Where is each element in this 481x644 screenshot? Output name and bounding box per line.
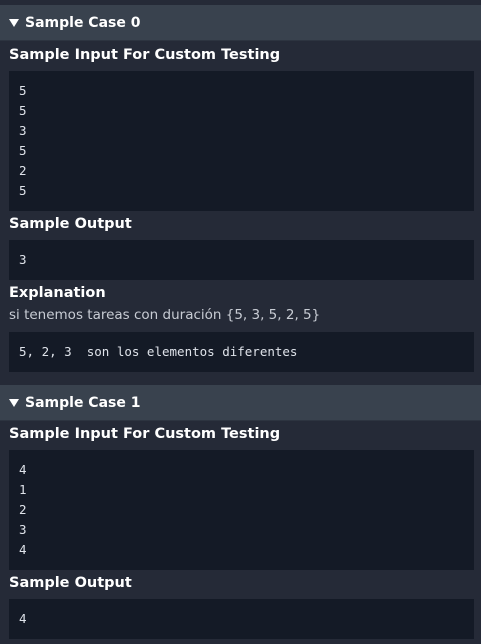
explanation-code-box: 5, 2, 3 son los elementos diferentes [9, 332, 474, 372]
code-line: 4 [19, 542, 27, 557]
sample-input-box: 5 5 3 5 2 5 [9, 71, 474, 211]
caret-down-icon [9, 399, 19, 407]
code-line: 2 [19, 163, 27, 178]
sample-output-box: 3 [9, 240, 474, 280]
code-line: 5 [19, 103, 27, 118]
sample-output-label: Sample Output [9, 575, 132, 591]
explanation-label: Explanation [9, 285, 106, 301]
sample-case-0-title: Sample Case 0 [25, 14, 141, 31]
code-line: 5 [19, 183, 27, 198]
code-line: 1 [19, 482, 27, 497]
code-line: 5 [19, 143, 27, 158]
sample-output-label: Sample Output [9, 216, 132, 232]
code-line: 3 [19, 123, 27, 138]
sample-output-box: 4 [9, 599, 474, 639]
code-line: 5 [19, 83, 27, 98]
code-line: 2 [19, 502, 27, 517]
caret-down-icon [9, 19, 19, 27]
sample-case-1-header[interactable]: Sample Case 1 [0, 385, 481, 421]
code-line: 4 [19, 611, 27, 626]
code-line: 3 [19, 522, 27, 537]
sample-case-0-header[interactable]: Sample Case 0 [0, 5, 481, 41]
code-line: 3 [19, 252, 27, 267]
sample-case-1-title: Sample Case 1 [25, 394, 141, 411]
code-line: 4 [19, 462, 27, 477]
sample-input-label: Sample Input For Custom Testing [9, 47, 281, 63]
sample-input-box: 4 1 2 3 4 [9, 450, 474, 570]
code-line: 5, 2, 3 son los elementos diferentes [19, 344, 298, 359]
explanation-text: si tenemos tareas con duración {5, 3, 5,… [9, 307, 321, 323]
sample-input-label: Sample Input For Custom Testing [9, 426, 281, 442]
